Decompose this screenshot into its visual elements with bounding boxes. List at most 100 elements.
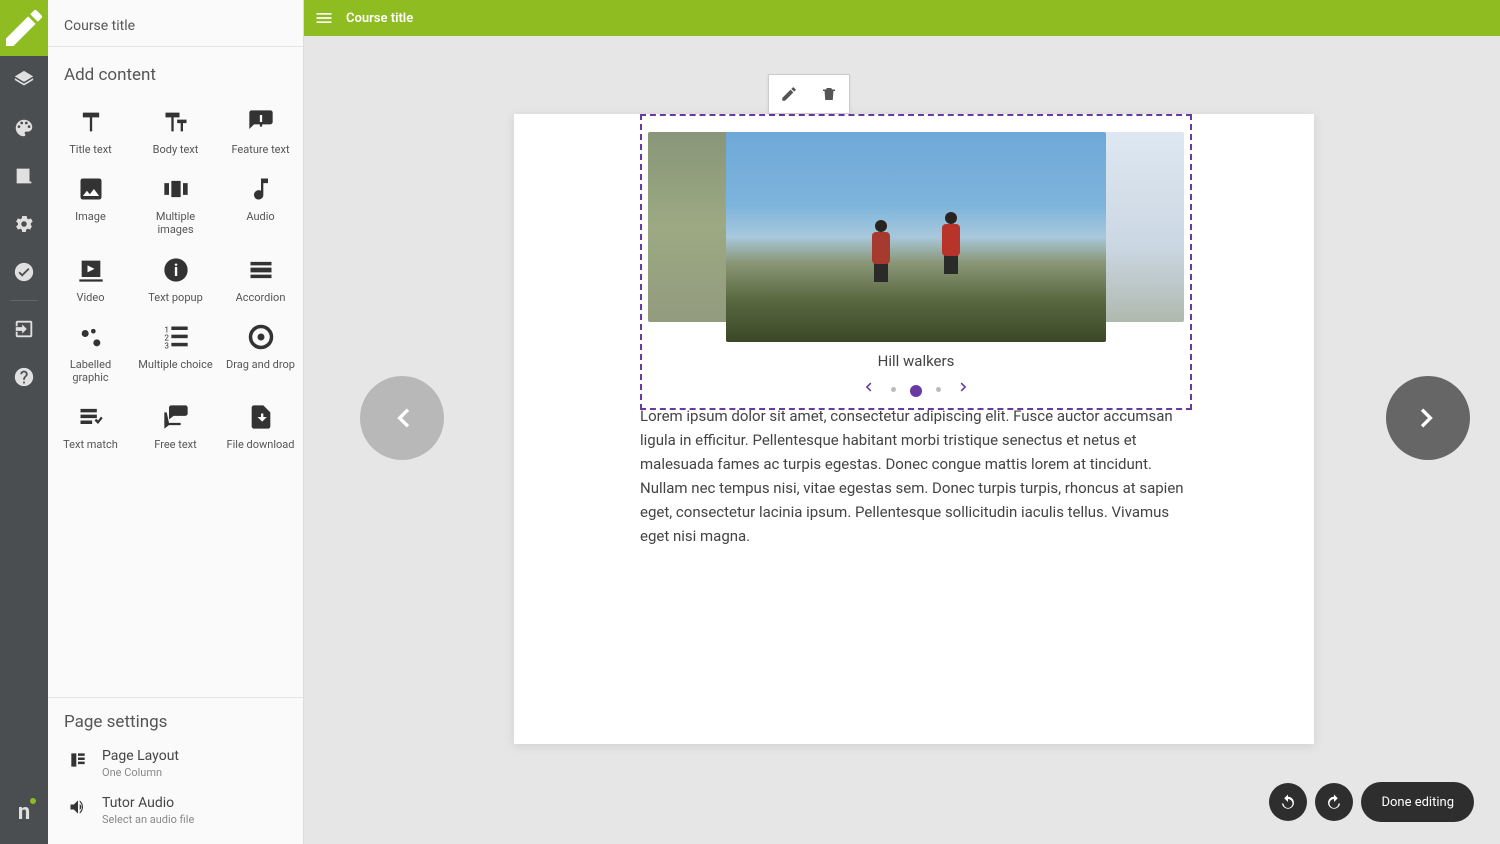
page-settings-section: Page settings Page Layout One Column Tut… xyxy=(48,697,303,844)
carousel-next-button[interactable] xyxy=(955,378,973,400)
content-text-match[interactable]: Text match xyxy=(48,396,133,457)
redo-icon xyxy=(1325,793,1343,811)
page-card: Hill walkers Lorem ipsum dolor sit amet,… xyxy=(514,114,1314,744)
pencil-icon xyxy=(0,4,48,52)
file-download-icon xyxy=(246,403,276,431)
content-label: Free text xyxy=(154,438,196,451)
done-editing-button[interactable]: Done editing xyxy=(1361,782,1474,822)
body-text-icon xyxy=(161,108,191,136)
add-content-heading: Add content xyxy=(48,47,303,95)
check-circle-icon xyxy=(13,261,35,283)
chevron-left-icon xyxy=(383,399,421,437)
content-label: Title text xyxy=(69,143,112,156)
text-popup-icon: i xyxy=(161,256,191,284)
video-icon xyxy=(76,256,106,284)
undo-button[interactable] xyxy=(1269,783,1307,821)
gear-icon xyxy=(13,213,35,235)
chevron-left-icon xyxy=(859,378,877,396)
content-image[interactable]: Image xyxy=(48,168,133,242)
content-title-text[interactable]: Title text xyxy=(48,101,133,162)
svg-text:i: i xyxy=(173,260,177,279)
content-accordion[interactable]: Accordion xyxy=(218,249,303,310)
content-audio[interactable]: Audio xyxy=(218,168,303,242)
setting-page-layout[interactable]: Page Layout One Column xyxy=(64,740,287,787)
content-label: Feature text xyxy=(231,143,289,156)
pencil-icon xyxy=(780,85,798,103)
carousel-nav xyxy=(642,378,1190,400)
hiker-figure xyxy=(936,212,966,274)
setting-tutor-audio[interactable]: Tutor Audio Select an audio file xyxy=(64,787,287,834)
rail-logo[interactable]: n xyxy=(0,788,48,836)
content-label: File download xyxy=(227,438,295,451)
content-label: Image xyxy=(75,210,106,223)
redo-button[interactable] xyxy=(1315,783,1353,821)
panel-course-title: Course title xyxy=(48,0,303,47)
content-video[interactable]: Video xyxy=(48,249,133,310)
layout-icon xyxy=(68,750,88,770)
carousel-caption: Hill walkers xyxy=(642,352,1190,370)
content-feature-text[interactable]: Feature text xyxy=(218,101,303,162)
multiple-choice-icon: 123 xyxy=(161,323,191,351)
canvas-area: Hill walkers Lorem ipsum dolor sit amet,… xyxy=(304,36,1500,844)
editor-panel: Course title Add content Title text Body… xyxy=(48,0,304,844)
carousel-dot-active[interactable] xyxy=(910,385,922,397)
content-label: Audio xyxy=(246,210,274,223)
palette-icon xyxy=(13,117,35,139)
carousel-dot[interactable] xyxy=(936,387,941,392)
component-edit-button[interactable] xyxy=(769,74,809,114)
chevron-right-icon xyxy=(955,378,973,396)
rail-help-button[interactable] xyxy=(0,353,48,401)
logo-n-icon: n xyxy=(18,800,30,825)
content-text-popup[interactable]: i Text popup xyxy=(133,249,218,310)
carousel-dot[interactable] xyxy=(891,387,896,392)
content-label: Multiple choice xyxy=(138,358,212,371)
content-body-text[interactable]: Body text xyxy=(133,101,218,162)
component-toolbar xyxy=(768,74,850,114)
rail-resources-button[interactable] xyxy=(0,152,48,200)
accordion-icon xyxy=(246,256,276,284)
trash-icon xyxy=(820,85,838,103)
content-file-download[interactable]: File download xyxy=(218,396,303,457)
carousel-prev-button[interactable] xyxy=(859,378,877,400)
menu-icon[interactable] xyxy=(314,8,334,28)
content-label: Text popup xyxy=(148,291,203,304)
labelled-graphic-icon xyxy=(76,323,106,351)
content-label: Video xyxy=(77,291,105,304)
body-text-component[interactable]: Lorem ipsum dolor sit amet, consectetur … xyxy=(640,404,1192,548)
exit-icon xyxy=(13,318,35,340)
title-text-icon xyxy=(76,108,106,136)
content-drag-drop[interactable]: Drag and drop xyxy=(218,316,303,390)
image-icon xyxy=(76,175,106,203)
content-multiple-images[interactable]: Multiple images xyxy=(133,168,218,242)
setting-subtitle: Select an audio file xyxy=(102,813,194,826)
content-labelled-graphic[interactable]: Labelled graphic xyxy=(48,316,133,390)
content-free-text[interactable]: Free text xyxy=(133,396,218,457)
multiple-images-component[interactable]: Hill walkers xyxy=(640,114,1192,410)
undo-icon xyxy=(1279,793,1297,811)
setting-title: Page Layout xyxy=(102,748,179,764)
page-prev-button[interactable] xyxy=(360,376,444,460)
content-types-grid: Title text Body text Feature text Image … xyxy=(48,95,303,469)
hiker-figure xyxy=(866,220,896,282)
rail-edit-button[interactable] xyxy=(0,0,48,56)
help-icon xyxy=(13,366,35,388)
drag-drop-icon xyxy=(246,323,276,351)
component-delete-button[interactable] xyxy=(809,74,849,114)
content-label: Accordion xyxy=(236,291,286,304)
rail-check-button[interactable] xyxy=(0,248,48,296)
page-next-button[interactable] xyxy=(1386,376,1470,460)
free-text-icon xyxy=(161,403,191,431)
topbar-title: Course title xyxy=(346,11,413,26)
content-label: Labelled graphic xyxy=(52,358,129,384)
rail-exit-button[interactable] xyxy=(0,305,48,353)
preview-topbar: Course title xyxy=(304,0,1500,36)
book-icon xyxy=(13,165,35,187)
carousel-slide-current[interactable] xyxy=(726,132,1106,342)
content-label: Body text xyxy=(153,143,199,156)
rail-layers-button[interactable] xyxy=(0,56,48,104)
content-label: Drag and drop xyxy=(226,358,295,371)
page-settings-heading: Page settings xyxy=(64,712,287,740)
rail-settings-button[interactable] xyxy=(0,200,48,248)
rail-theme-button[interactable] xyxy=(0,104,48,152)
content-multiple-choice[interactable]: 123 Multiple choice xyxy=(133,316,218,390)
